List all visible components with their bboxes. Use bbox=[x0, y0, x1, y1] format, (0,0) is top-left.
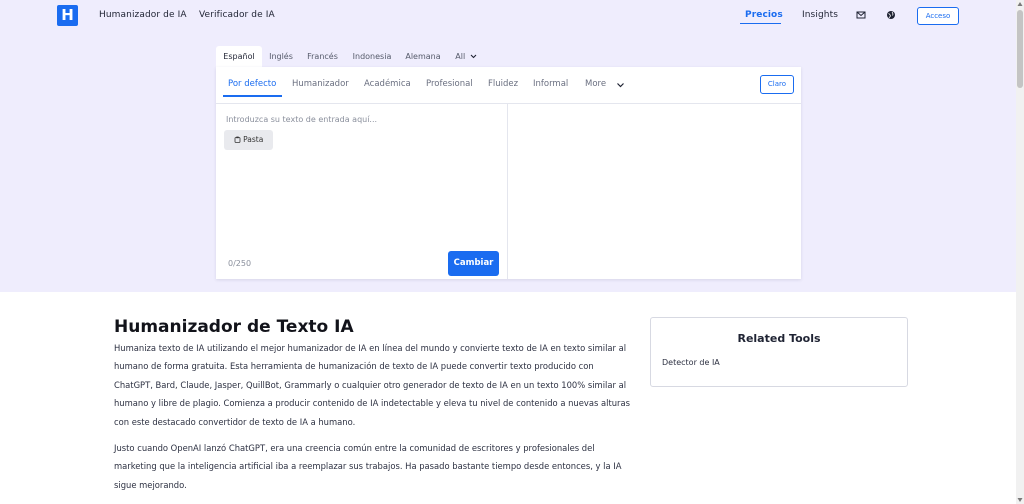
mode-tab-underline bbox=[223, 95, 282, 97]
clear-button[interactable]: Claro bbox=[760, 75, 794, 94]
tab-language-english[interactable]: Inglés bbox=[266, 46, 296, 67]
nav-insights[interactable]: Insights bbox=[802, 10, 838, 20]
tab-mode-professional[interactable]: Profesional bbox=[426, 79, 473, 89]
page-scrollbar[interactable] bbox=[1016, 0, 1024, 504]
related-tools-card: Related Tools Detector de IA bbox=[650, 317, 908, 387]
chevron-down-icon[interactable] bbox=[616, 82, 625, 88]
paste-label: Pasta bbox=[243, 135, 264, 144]
tab-mode-humanizer[interactable]: Humanizador bbox=[292, 79, 349, 89]
tab-mode-default[interactable]: Por defecto bbox=[228, 79, 276, 89]
scroll-down-icon[interactable] bbox=[1017, 497, 1023, 503]
related-tools-title: Related Tools bbox=[737, 332, 821, 345]
second-paragraph: Justo cuando OpenAI lanzó ChatGPT, era u… bbox=[114, 443, 622, 490]
card-divider bbox=[216, 103, 801, 104]
tab-language-indonesian[interactable]: Indonesia bbox=[352, 46, 392, 67]
tab-language-german[interactable]: Alemana bbox=[404, 46, 442, 67]
tab-mode-fluency[interactable]: Fluidez bbox=[488, 79, 518, 89]
logo[interactable]: H bbox=[57, 5, 78, 26]
submit-button[interactable]: Cambiar bbox=[448, 251, 499, 276]
nav-pricing-underline bbox=[740, 23, 781, 24]
login-button[interactable]: Acceso bbox=[917, 7, 959, 25]
tab-mode-more[interactable]: More bbox=[585, 79, 606, 89]
tab-language-all-label: All bbox=[455, 52, 466, 61]
paste-button[interactable]: Pasta bbox=[224, 130, 273, 150]
page: H Humanizador de IA Verificador de IA Pr… bbox=[0, 0, 1016, 504]
clipboard-icon bbox=[234, 136, 241, 143]
tab-language-french[interactable]: Francés bbox=[305, 46, 340, 67]
mail-icon[interactable] bbox=[856, 10, 866, 20]
chevron-down-icon bbox=[470, 54, 477, 59]
nav-ai-checker[interactable]: Verificador de IA bbox=[199, 10, 275, 20]
editor-card: Por defecto Humanizador Académica Profes… bbox=[216, 67, 801, 279]
intro-paragraph: Humaniza texto de IA utilizando el mejor… bbox=[114, 343, 630, 427]
tab-mode-academic[interactable]: Académica bbox=[364, 79, 411, 89]
tab-language-spanish[interactable]: Español bbox=[216, 46, 262, 67]
nav-humanizer[interactable]: Humanizador de IA bbox=[99, 10, 187, 20]
tab-mode-informal[interactable]: Informal bbox=[533, 79, 568, 89]
nav-pricing[interactable]: Precios bbox=[745, 10, 783, 20]
related-link-ai-detector[interactable]: Detector de IA bbox=[662, 358, 720, 367]
scroll-up-icon[interactable] bbox=[1017, 1, 1023, 7]
page-title: Humanizador de Texto IA bbox=[114, 317, 354, 337]
logo-letter: H bbox=[61, 6, 74, 24]
globe-icon[interactable] bbox=[886, 10, 896, 20]
character-counter: 0/250 bbox=[228, 259, 252, 268]
input-textarea[interactable]: Introduzca su texto de entrada aquí... bbox=[226, 115, 377, 124]
column-divider bbox=[507, 104, 508, 279]
scrollbar-thumb[interactable] bbox=[1017, 10, 1023, 88]
tab-language-all[interactable]: All bbox=[454, 46, 478, 67]
